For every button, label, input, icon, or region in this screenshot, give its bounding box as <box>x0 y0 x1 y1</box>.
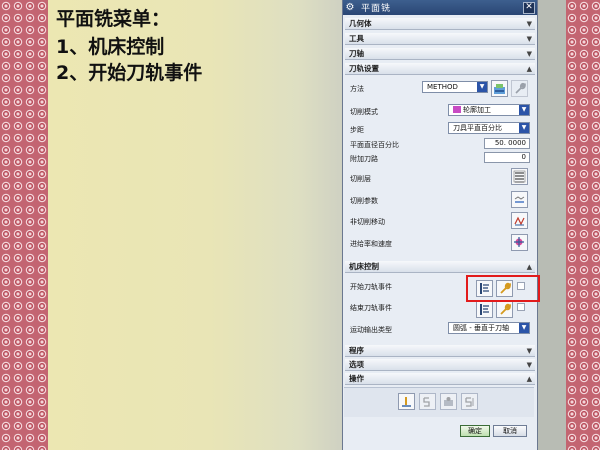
section-label: 刀轴 <box>349 49 364 58</box>
section-geometry[interactable]: 几何体 ▼ <box>345 18 535 30</box>
cut-mode-dropdown[interactable]: 轮廓加工 ▼ <box>448 104 530 116</box>
chevron-down-icon: ▼ <box>526 50 532 58</box>
chevron-down-icon: ▼ <box>519 105 529 115</box>
stepover-dropdown[interactable]: 刀具平直百分比 ▼ <box>448 122 530 134</box>
stepover-value: 刀具平直百分比 <box>453 124 502 132</box>
cancel-button[interactable]: 取消 <box>493 425 527 437</box>
feeds-label: 进给率和速度 <box>350 240 392 248</box>
cut-mode-value: 轮廓加工 <box>463 106 491 114</box>
section-label: 机床控制 <box>349 262 379 271</box>
start-event-label: 开始刀轨事件 <box>350 283 392 291</box>
section-label: 选项 <box>349 360 364 369</box>
section-label: 几何体 <box>349 19 372 28</box>
end-event-wrench-button[interactable] <box>496 301 513 318</box>
end-event-checkbox[interactable] <box>517 303 525 311</box>
non-cutting-button[interactable] <box>511 212 528 229</box>
method-dropdown[interactable]: METHOD ▼ <box>422 81 488 93</box>
cut-levels-button[interactable] <box>511 168 528 185</box>
chevron-down-icon: ▼ <box>526 20 532 28</box>
slide-title: 平面铣菜单： <box>56 8 171 30</box>
section-tool-axis[interactable]: 刀轴 ▼ <box>345 48 535 60</box>
chevron-down-icon: ▼ <box>519 323 529 333</box>
cut-params-button[interactable] <box>511 191 528 208</box>
non-cutting-icon <box>514 216 525 226</box>
cut-params-icon <box>514 196 525 203</box>
highlight-box <box>466 275 540 302</box>
additional-passes-label: 附加刀路 <box>350 155 378 163</box>
section-options[interactable]: 选项 ▼ <box>345 359 535 371</box>
end-event-edit-button[interactable] <box>476 301 493 318</box>
section-label: 程序 <box>349 346 364 355</box>
contour-icon <box>453 106 461 113</box>
section-path-settings[interactable]: 刀轨设置 ▲ <box>345 63 535 75</box>
section-actions[interactable]: 操作 ▲ <box>345 373 535 385</box>
stepover-label: 步距 <box>350 126 364 134</box>
slide-item-1: 1、机床控制 <box>56 36 165 58</box>
chevron-up-icon: ▲ <box>526 65 532 73</box>
close-icon[interactable]: ✕ <box>523 1 535 14</box>
event-icon <box>480 304 489 315</box>
method-icon <box>494 84 505 94</box>
section-label: 操作 <box>349 374 364 383</box>
list-button[interactable] <box>461 393 478 410</box>
slide-item-2: 2、开始刀轨事件 <box>56 62 203 84</box>
cut-mode-label: 切削模式 <box>350 108 378 116</box>
motion-output-label: 运动输出类型 <box>350 326 392 334</box>
flat-diameter-label: 平面直径百分比 <box>350 141 399 149</box>
method-value: METHOD <box>427 83 458 91</box>
cut-levels-icon <box>513 170 526 183</box>
dialog-title: 平面铣 <box>361 4 392 14</box>
replay-icon <box>423 397 430 407</box>
section-label: 刀轨设置 <box>349 64 379 73</box>
additional-passes-input[interactable]: 0 <box>484 152 530 163</box>
cut-levels-label: 切削层 <box>350 175 371 183</box>
generate-button[interactable] <box>398 393 415 410</box>
replay-button[interactable] <box>419 393 436 410</box>
method-edit-button[interactable] <box>491 80 508 97</box>
flat-diameter-input[interactable]: 50. 0000 <box>484 138 530 149</box>
gear-icon[interactable]: ⚙ <box>343 2 357 13</box>
section-tool[interactable]: 工具 ▼ <box>345 33 535 45</box>
decorative-border-right <box>566 0 600 450</box>
list-icon <box>465 397 474 407</box>
chevron-down-icon: ▼ <box>526 361 532 369</box>
cut-params-label: 切削参数 <box>350 197 378 205</box>
wrench-icon <box>500 303 511 315</box>
feeds-icon <box>514 237 524 247</box>
chevron-up-icon: ▲ <box>526 375 532 383</box>
generate-icon <box>402 397 411 407</box>
feeds-button[interactable] <box>511 234 528 251</box>
motion-output-dropdown[interactable]: 圆弧 - 垂直于刀轴 ▼ <box>448 322 530 334</box>
chevron-down-icon: ▼ <box>477 82 487 92</box>
ok-button[interactable]: 确定 <box>460 425 490 437</box>
section-program[interactable]: 程序 ▼ <box>345 345 535 357</box>
chevron-down-icon: ▼ <box>519 123 529 133</box>
non-cutting-label: 非切削移动 <box>350 218 385 226</box>
wrench-icon <box>515 82 526 94</box>
end-event-label: 结束刀轨事件 <box>350 304 392 312</box>
chevron-down-icon: ▼ <box>526 347 532 355</box>
actions-panel <box>344 387 534 417</box>
wrench-button[interactable] <box>511 80 528 97</box>
method-label: 方法 <box>350 85 364 93</box>
dialog-titlebar: ⚙ 平面铣 ✕ <box>343 0 537 15</box>
chevron-up-icon: ▲ <box>526 263 532 271</box>
chevron-down-icon: ▼ <box>526 35 532 43</box>
verify-button[interactable] <box>440 393 457 410</box>
verify-icon <box>444 397 453 406</box>
section-machine-control[interactable]: 机床控制 ▲ <box>345 261 535 273</box>
decorative-border-left <box>0 0 48 450</box>
section-label: 工具 <box>349 34 364 43</box>
motion-output-value: 圆弧 - 垂直于刀轴 <box>453 324 509 332</box>
